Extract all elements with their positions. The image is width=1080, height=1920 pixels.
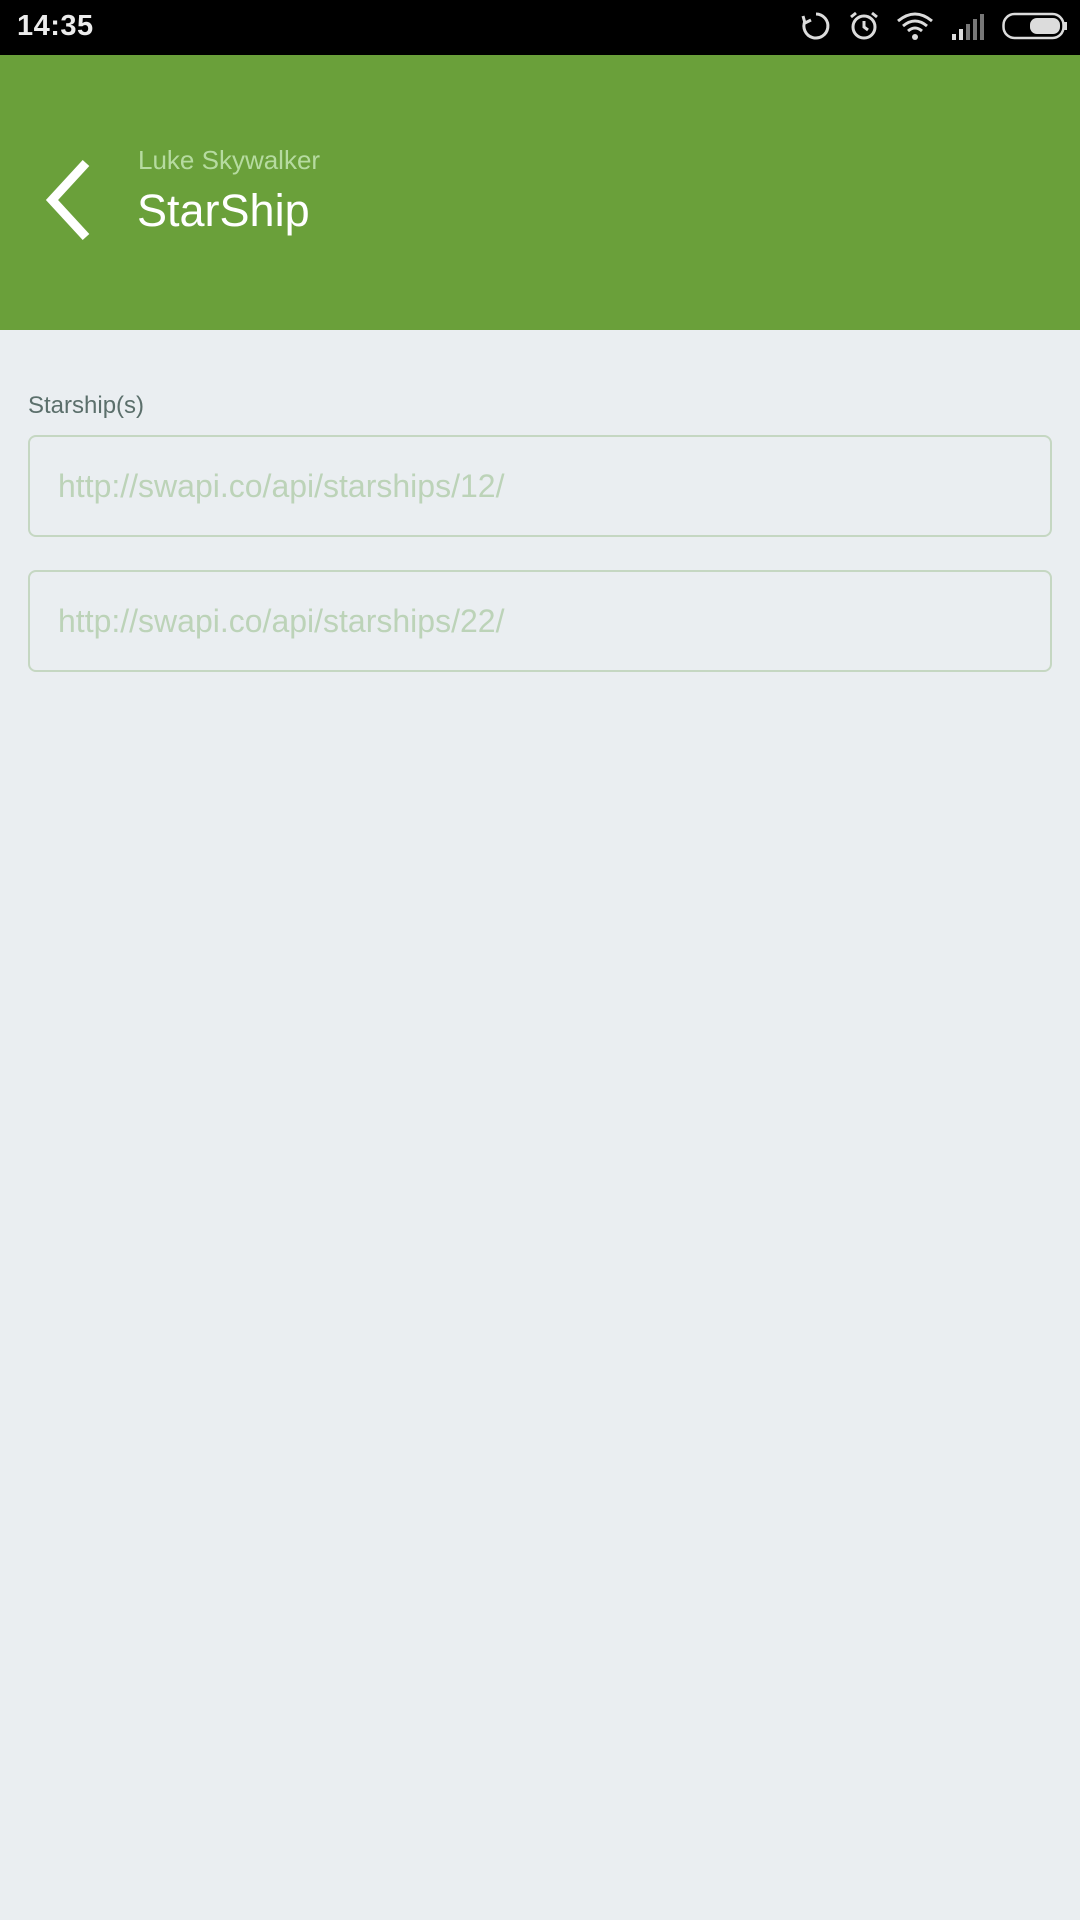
wifi-icon xyxy=(896,10,934,47)
alarm-icon xyxy=(848,10,880,47)
app-bar: Luke Skywalker StarShip xyxy=(0,55,1080,330)
starship-url-field[interactable]: http://swapi.co/api/starships/12/ xyxy=(28,435,1052,537)
status-time: 14:35 xyxy=(17,10,94,42)
status-bar: 14:35 xyxy=(0,0,1080,55)
starship-url-field[interactable]: http://swapi.co/api/starships/22/ xyxy=(28,570,1052,672)
sync-icon xyxy=(800,10,832,47)
app-subtitle: Luke Skywalker xyxy=(138,145,321,175)
starship-url-text: http://swapi.co/api/starships/22/ xyxy=(58,602,505,639)
signal-icon xyxy=(950,10,986,47)
starship-url-text: http://swapi.co/api/starships/12/ xyxy=(58,467,505,504)
status-icons xyxy=(784,8,1068,48)
battery-icon xyxy=(1002,12,1068,45)
section-label: Starship(s) xyxy=(28,392,145,419)
page-title: StarShip xyxy=(137,185,310,236)
back-button[interactable] xyxy=(38,155,98,245)
chevron-left-icon xyxy=(45,159,90,241)
